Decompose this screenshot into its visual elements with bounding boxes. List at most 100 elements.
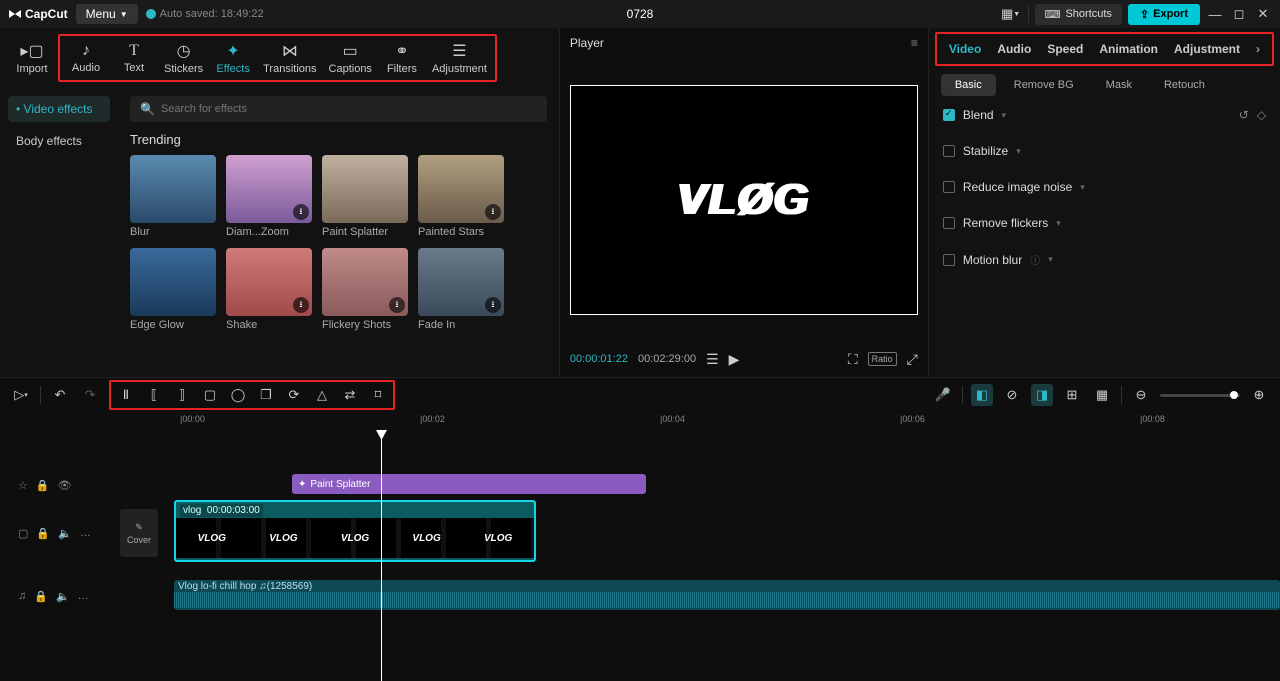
- checkbox-blend[interactable]: [943, 109, 955, 121]
- checkbox-motion-blur[interactable]: [943, 254, 955, 266]
- layout-icon[interactable]: ▦▼: [1000, 3, 1022, 25]
- mute-icon[interactable]: 🔈: [58, 527, 72, 540]
- effect-thumb[interactable]: ⭳Painted Stars: [418, 155, 504, 238]
- playhead[interactable]: [381, 430, 382, 681]
- tab-animation[interactable]: Animation: [1099, 42, 1158, 56]
- tab-adjustment[interactable]: Adjustment: [1174, 42, 1240, 56]
- effects-tool[interactable]: ✦Effects: [209, 37, 257, 79]
- menu-button[interactable]: Menu▼: [76, 4, 138, 24]
- split-tool[interactable]: Ⅱ: [115, 384, 137, 406]
- download-icon[interactable]: ⭳: [485, 297, 501, 313]
- search-input[interactable]: [161, 103, 537, 115]
- play-button[interactable]: ▶: [729, 351, 740, 368]
- keyframe-icon[interactable]: ◇: [1257, 108, 1266, 122]
- star-icon[interactable]: ☆: [18, 479, 28, 492]
- project-title[interactable]: 0728: [627, 7, 654, 21]
- row-blend[interactable]: Blend▾ ↺◇: [943, 108, 1266, 122]
- player-menu-icon[interactable]: ≡: [911, 36, 918, 50]
- search-effects[interactable]: 🔍: [130, 96, 547, 122]
- tab-video[interactable]: Video: [949, 42, 981, 56]
- effect-thumb[interactable]: ⭳Fade In: [418, 248, 504, 331]
- lock-icon[interactable]: 🔒: [34, 590, 48, 603]
- audio-tool[interactable]: ♪Audio: [62, 37, 110, 79]
- zoom-out-button[interactable]: ⊖: [1130, 384, 1152, 406]
- export-button[interactable]: ⇪ Export: [1128, 4, 1200, 25]
- filters-tool[interactable]: ⚭Filters: [378, 37, 426, 79]
- download-icon[interactable]: ⭳: [389, 297, 405, 313]
- row-reduce-noise[interactable]: Reduce image noise▾: [943, 180, 1266, 194]
- row-stabilize[interactable]: Stabilize▾: [943, 144, 1266, 158]
- reset-icon[interactable]: ↺: [1239, 108, 1249, 122]
- close-button[interactable]: ✕: [1254, 5, 1272, 23]
- tabs-more-icon[interactable]: ›: [1256, 42, 1260, 56]
- mute-icon[interactable]: 🔈: [56, 590, 70, 603]
- snap-tool[interactable]: ◧: [971, 384, 993, 406]
- align-tool[interactable]: ⊞: [1061, 384, 1083, 406]
- stickers-tool[interactable]: ◷Stickers: [158, 37, 209, 79]
- tab-speed[interactable]: Speed: [1047, 42, 1083, 56]
- row-motion-blur[interactable]: Motion blur ⓘ ▾: [943, 252, 1266, 267]
- eye-icon[interactable]: 👁: [58, 479, 72, 492]
- audio-clip[interactable]: Vlog lo-fi chill hop ♫(1258569): [174, 580, 1280, 610]
- subnav-video-effects[interactable]: • Video effects: [8, 96, 110, 122]
- adjustment-tool[interactable]: ☰Adjustment: [426, 37, 493, 79]
- undo-button[interactable]: ↶: [49, 384, 71, 406]
- player-viewport[interactable]: VLØG: [560, 58, 928, 341]
- link-tool[interactable]: ⊘: [1001, 384, 1023, 406]
- scan-icon[interactable]: ⛶: [848, 351, 858, 368]
- redo-button[interactable]: ↷: [79, 384, 101, 406]
- zoom-slider[interactable]: [1160, 394, 1240, 397]
- cover-button[interactable]: ✎ Cover: [120, 509, 158, 557]
- subtab-mask[interactable]: Mask: [1092, 74, 1146, 96]
- effect-clip[interactable]: ✦ Paint Splatter: [292, 474, 646, 494]
- download-icon[interactable]: ⭳: [293, 297, 309, 313]
- rotate-tool[interactable]: ⟳: [283, 384, 305, 406]
- import-tool[interactable]: ▸▢ Import: [8, 37, 56, 79]
- magnet-tool[interactable]: ◨: [1031, 384, 1053, 406]
- effect-thumb[interactable]: Paint Splatter: [322, 155, 408, 238]
- download-icon[interactable]: ⭳: [293, 204, 309, 220]
- effect-thumb[interactable]: Blur: [130, 155, 216, 238]
- layers-tool[interactable]: ▦: [1091, 384, 1113, 406]
- mirror-tool[interactable]: △: [311, 384, 333, 406]
- crop-tool[interactable]: ⌑: [367, 384, 389, 406]
- text-tool[interactable]: TText: [110, 37, 158, 79]
- row-remove-flickers[interactable]: Remove flickers▾: [943, 216, 1266, 230]
- reverse-tool[interactable]: ⇄: [339, 384, 361, 406]
- captions-tool[interactable]: ▭Captions: [323, 37, 378, 79]
- shield-tool[interactable]: ◯: [227, 384, 249, 406]
- info-icon[interactable]: ⓘ: [1030, 252, 1040, 267]
- video-track-icon[interactable]: ▢: [18, 527, 28, 540]
- checkbox-stabilize[interactable]: [943, 145, 955, 157]
- shortcuts-button[interactable]: ⌨ Shortcuts: [1035, 4, 1122, 25]
- effect-thumb[interactable]: ⭳Flickery Shots: [322, 248, 408, 331]
- tab-audio[interactable]: Audio: [997, 42, 1031, 56]
- effect-thumb[interactable]: ⭳Diam...Zoom: [226, 155, 312, 238]
- video-clip[interactable]: vlog 00:00:03:00 VLOGVLOGVLOGVLOGVLOG: [174, 500, 536, 562]
- effect-thumb[interactable]: Edge Glow: [130, 248, 216, 331]
- mic-icon[interactable]: 🎤: [932, 384, 954, 406]
- pointer-tool[interactable]: ▷▾: [10, 384, 32, 406]
- timeline-ruler[interactable]: |00:00 |00:02 |00:04 |00:06 |00:08: [165, 412, 1280, 430]
- delete-tool[interactable]: ▢: [199, 384, 221, 406]
- trim-left-tool[interactable]: ⟦: [143, 384, 165, 406]
- minimize-button[interactable]: —: [1206, 5, 1224, 23]
- effect-thumb[interactable]: ⭳Shake: [226, 248, 312, 331]
- fullscreen-icon[interactable]: ⤢: [907, 351, 918, 368]
- checkbox-reduce-noise[interactable]: [943, 181, 955, 193]
- maximize-button[interactable]: ◻: [1230, 5, 1248, 23]
- lock-icon[interactable]: 🔒: [36, 479, 50, 492]
- audio-track-icon[interactable]: ♫: [18, 590, 26, 602]
- subnav-body-effects[interactable]: Body effects: [8, 128, 110, 154]
- lock-icon[interactable]: 🔒: [36, 527, 50, 540]
- transitions-tool[interactable]: ⋈Transitions: [257, 37, 322, 79]
- subtab-retouch[interactable]: Retouch: [1150, 74, 1219, 96]
- checkbox-remove-flickers[interactable]: [943, 217, 955, 229]
- trim-right-tool[interactable]: ⟧: [171, 384, 193, 406]
- duplicate-tool[interactable]: ❐: [255, 384, 277, 406]
- subtab-removebg[interactable]: Remove BG: [1000, 74, 1088, 96]
- subtab-basic[interactable]: Basic: [941, 74, 996, 96]
- zoom-in-button[interactable]: ⊕: [1248, 384, 1270, 406]
- timeline-body[interactable]: ☆ 🔒 👁 ✦ Paint Splatter ▢ 🔒 🔈 … ✎ C: [0, 430, 1280, 681]
- download-icon[interactable]: ⭳: [485, 204, 501, 220]
